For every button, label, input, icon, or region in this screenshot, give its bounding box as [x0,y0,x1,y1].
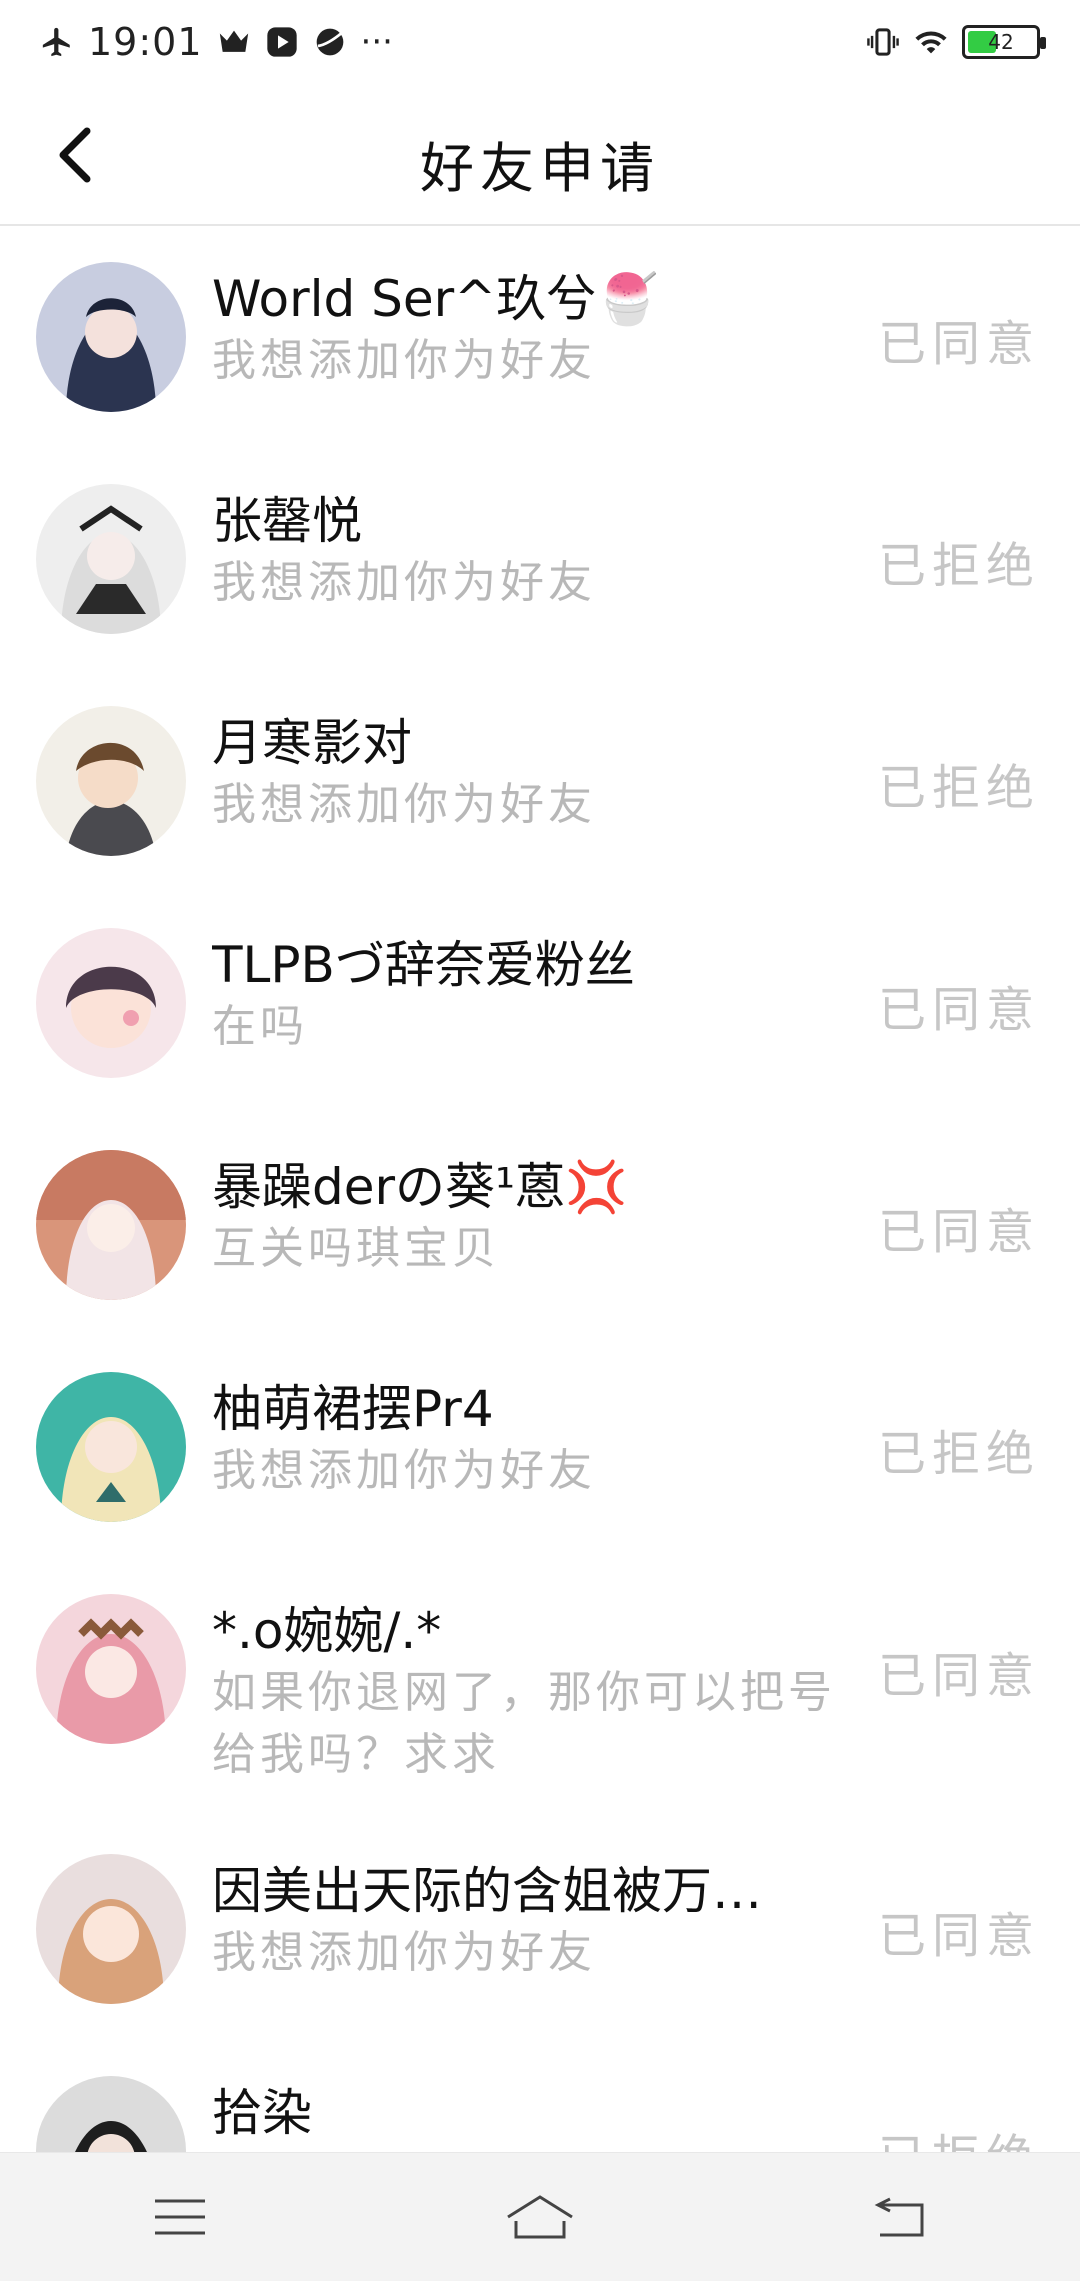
avatar[interactable] [36,706,186,856]
request-message: 我想添加你为好友 [212,1445,596,1496]
clock: 19:01 [88,20,203,64]
friend-request-item[interactable]: 张罄悦 我想添加你为好友 已拒绝 [0,448,1080,670]
menu-icon [155,2199,205,2235]
battery-indicator: 42 [962,25,1046,59]
request-status: 已拒绝 [877,538,1040,594]
request-status: 已同意 [877,1648,1040,1704]
request-status: 已拒绝 [877,1426,1040,1482]
requester-name: 张罄悦 [212,492,362,550]
requester-name: World Ser^玖兮🍧 [212,270,659,328]
request-text: TLPBづ辞奈爱粉丝 在吗 [212,934,852,1058]
page-title: 好友申请 [420,137,660,200]
return-button[interactable] [855,2182,945,2252]
request-text: 暴躁derの葵¹蒽💢 互关吗琪宝贝 [212,1156,852,1280]
request-text: 柚萌裙摆Pr4 我想添加你为好友 [212,1378,852,1502]
request-status: 已拒绝 [877,760,1040,816]
requester-name: 柚萌裙摆Pr4 [212,1380,494,1438]
avatar[interactable] [36,1372,186,1522]
avatar[interactable] [36,1854,186,2004]
requester-name: 月寒影对 [212,714,412,772]
request-text: 拾染 [212,2082,852,2144]
request-status: 已同意 [877,982,1040,1038]
wifi-icon [914,25,948,59]
status-bar-left: 19:01 ··· [40,20,393,64]
request-text: World Ser^玖兮🍧 我想添加你为好友 [212,268,852,392]
crown-icon [217,25,251,59]
airplane-icon [40,25,74,59]
request-message: 我想添加你为好友 [212,557,596,608]
more-notifications: ··· [360,22,393,62]
request-message: 互关吗琪宝贝 [212,1223,500,1274]
friend-request-item[interactable]: 因美出天际的含姐被万… 我想添加你为好友 已同意 [0,1818,1080,2040]
avatar[interactable] [36,262,186,412]
avatar[interactable] [36,484,186,634]
system-nav-bar [0,2152,1080,2281]
menu-button[interactable] [135,2182,225,2252]
play-icon [265,25,299,59]
planet-icon [313,25,347,59]
request-text: 张罄悦 我想添加你为好友 [212,490,852,614]
friend-request-list[interactable]: World Ser^玖兮🍧 我想添加你为好友 已同意 张罄悦 我想添加你为好友 … [0,226,1080,2262]
request-status: 已同意 [877,1908,1040,1964]
request-message: 我想添加你为好友 [212,335,596,386]
status-bar: 19:01 ··· 42 [0,0,1080,84]
request-text: 月寒影对 我想添加你为好友 [212,712,852,836]
return-icon [874,2197,924,2237]
request-message: 如果你退网了，那你可以把号给我吗？求求 [212,1667,836,1780]
avatar[interactable] [36,928,186,1078]
request-text: 因美出天际的含姐被万… 我想添加你为好友 [212,1860,852,1984]
friend-request-item[interactable]: TLPBづ辞奈爱粉丝 在吗 已同意 [0,892,1080,1114]
friend-request-item[interactable]: 月寒影对 我想添加你为好友 已拒绝 [0,670,1080,892]
request-text: *.o婉婉/.* 如果你退网了，那你可以把号给我吗？求求 [212,1600,852,1786]
requester-name: 拾染 [212,2084,312,2142]
requester-name: *.o婉婉/.* [212,1602,442,1660]
status-bar-right: 42 [866,25,1046,59]
requester-name: 暴躁derの葵¹蒽💢 [212,1158,628,1216]
avatar[interactable] [36,1150,186,1300]
request-status: 已同意 [877,316,1040,372]
requester-name: TLPBづ辞奈爱粉丝 [212,936,635,994]
request-message: 在吗 [212,1001,308,1052]
request-status: 已同意 [877,1204,1040,1260]
request-message: 我想添加你为好友 [212,1927,596,1978]
nav-header: 好友申请 [0,84,1080,226]
home-icon [507,2195,573,2239]
friend-request-item[interactable]: 暴躁derの葵¹蒽💢 互关吗琪宝贝 已同意 [0,1114,1080,1336]
vibrate-icon [866,25,900,59]
battery-level: 42 [988,30,1014,54]
home-button[interactable] [495,2182,585,2252]
request-message: 我想添加你为好友 [212,779,596,830]
friend-request-item[interactable]: *.o婉婉/.* 如果你退网了，那你可以把号给我吗？求求 已同意 [0,1558,1080,1818]
friend-request-item[interactable]: 柚萌裙摆Pr4 我想添加你为好友 已拒绝 [0,1336,1080,1558]
requester-name: 因美出天际的含姐被万… [212,1862,762,1920]
avatar[interactable] [36,1594,186,1744]
friend-request-item[interactable]: World Ser^玖兮🍧 我想添加你为好友 已同意 [0,226,1080,448]
